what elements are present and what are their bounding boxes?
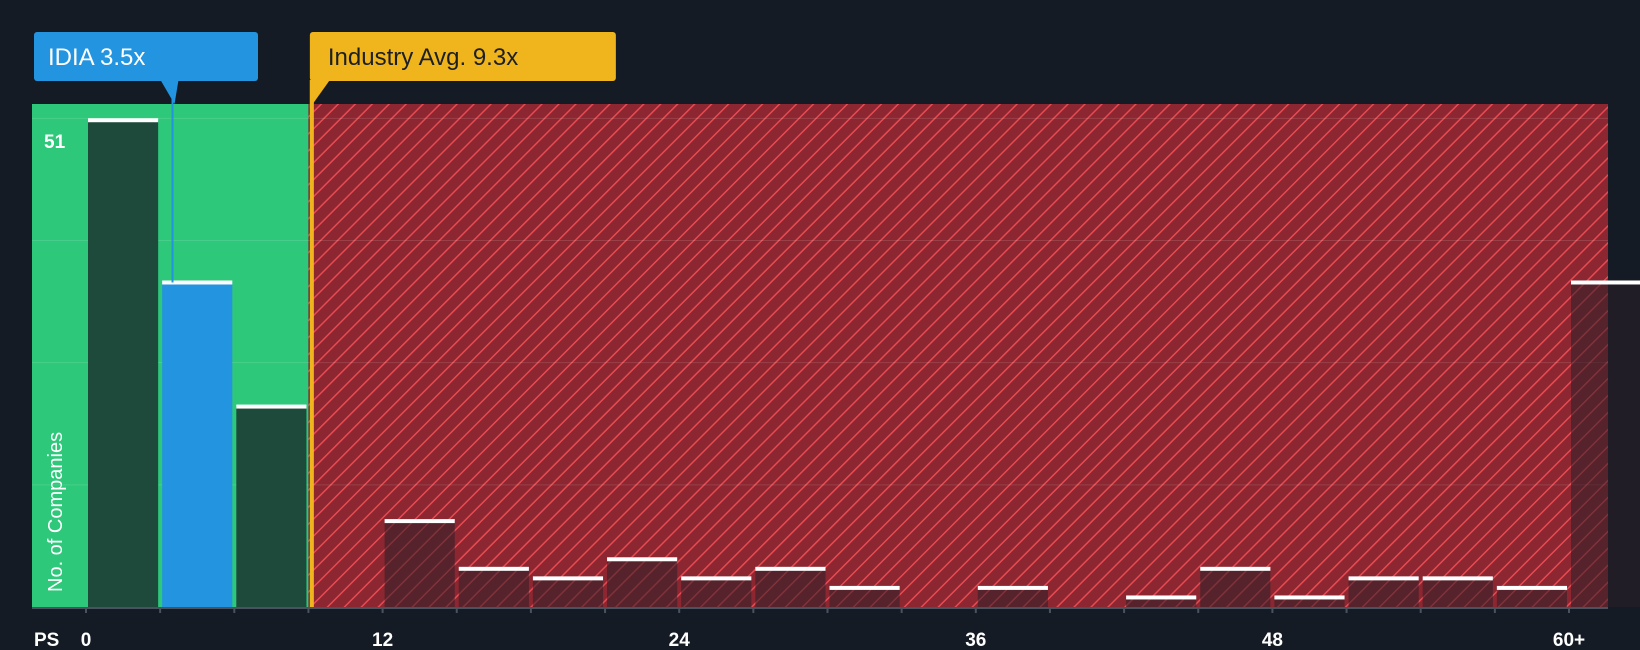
- bar-cap: [1496, 585, 1567, 590]
- bar-cap: [1126, 595, 1197, 600]
- company-pointer: [160, 80, 179, 104]
- histogram-bar: [88, 120, 159, 608]
- histogram-bar: [829, 587, 900, 607]
- histogram-bar: [607, 559, 678, 607]
- histogram-bar: [681, 578, 752, 607]
- bar-cap: [384, 519, 455, 524]
- bar-cap: [1200, 566, 1271, 571]
- x-tick-label: 24: [669, 630, 691, 650]
- histogram-bar: [977, 587, 1048, 607]
- chart-svg: 51 No. of Companies 0 12 24 36 48 60+ PS Indust…: [32, 32, 1640, 650]
- histogram-bar: [1571, 282, 1640, 607]
- bar-cap: [532, 576, 604, 581]
- bar-value-label: 51: [44, 132, 66, 153]
- company-label: IDIA 3.5x: [48, 44, 145, 71]
- histogram-bar: [1348, 578, 1419, 607]
- histogram-bar: [755, 568, 826, 607]
- histogram-bar-highlight: [162, 282, 233, 607]
- bar-cap: [236, 404, 307, 409]
- bar-cap: [607, 557, 678, 562]
- histogram-bar: [1496, 587, 1567, 607]
- bar-cap: [755, 566, 826, 571]
- ps-distribution-chart: 51 No. of Companies 0 12 24 36 48 60+ PS Indust…: [0, 0, 1640, 650]
- bar-cap: [458, 566, 529, 571]
- x-axis-layer: 0 12 24 36 48 60+ PS: [32, 607, 1608, 650]
- x-axis-label: PS: [34, 630, 59, 650]
- histogram-bar: [1422, 578, 1493, 607]
- x-tick-label: 36: [965, 630, 986, 650]
- bar-cap: [1274, 595, 1345, 600]
- bar-cap: [1571, 280, 1640, 285]
- histogram-bar: [1200, 568, 1271, 607]
- histogram-bar: [384, 521, 455, 607]
- bar-cap: [829, 585, 900, 590]
- overvalued-zone: [308, 104, 1609, 607]
- bar-cap: [1348, 576, 1419, 581]
- x-tick-label: 60+: [1553, 630, 1585, 650]
- bar-cap: [1422, 576, 1493, 581]
- histogram-bar: [458, 568, 529, 607]
- x-tick-label: 0: [81, 630, 92, 650]
- histogram-bar: [236, 406, 307, 607]
- histogram-bar: [532, 578, 604, 607]
- industry-avg-label: Industry Avg. 9.3x: [328, 44, 518, 71]
- y-axis-label: No. of Companies: [45, 432, 67, 592]
- x-tick-label: 48: [1262, 630, 1283, 650]
- bar-cap: [681, 576, 752, 581]
- bar-cap: [977, 585, 1048, 590]
- x-tick-label: 12: [372, 630, 393, 650]
- bar-cap: [88, 118, 159, 123]
